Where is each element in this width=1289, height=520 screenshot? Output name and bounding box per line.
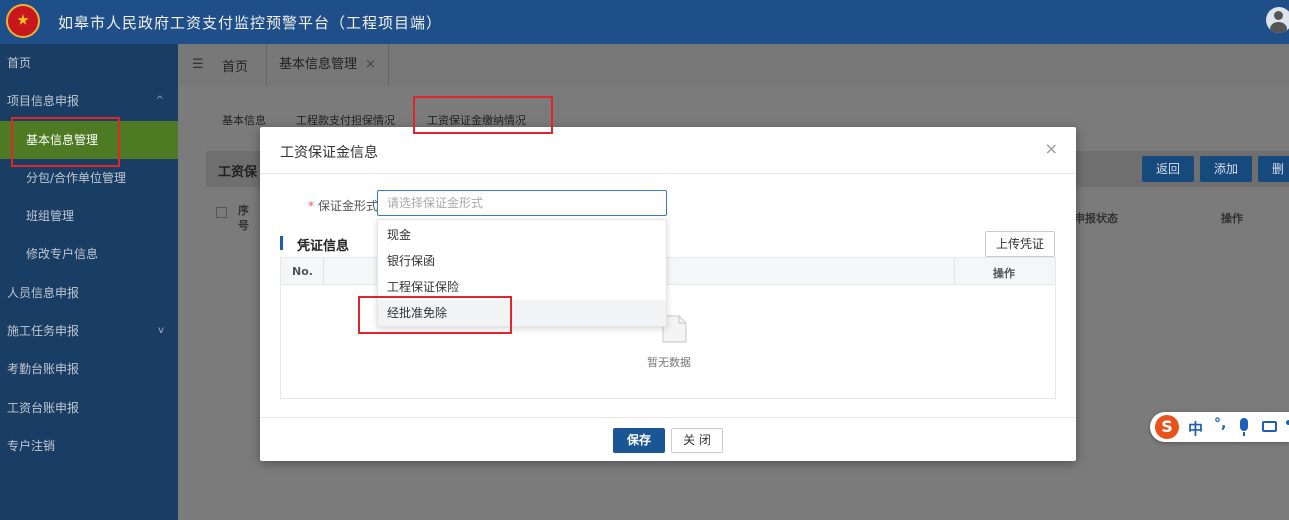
highlight-box: [358, 296, 512, 334]
deposit-form-select[interactable]: [377, 190, 667, 216]
back-button[interactable]: 返回: [1142, 156, 1195, 182]
tab-bar: ☰ 首页 基本信息管理 ×: [178, 44, 1289, 86]
required-mark: *: [308, 199, 314, 213]
ime-toolbar: S 中 °, •: [1150, 412, 1289, 442]
close-icon[interactable]: ×: [1045, 139, 1058, 158]
user-avatar-icon[interactable]: [1266, 7, 1289, 33]
add-button[interactable]: 添加: [1200, 156, 1253, 182]
sidebar-item-label: 分包/合作单位管理: [26, 171, 127, 185]
sidebar-item-account-cancel[interactable]: 专户注销: [0, 427, 178, 465]
tab-home[interactable]: 首页: [222, 56, 248, 75]
sidebar-item-label: 人员信息申报: [7, 286, 80, 300]
sidebar-item-label: 专户注销: [7, 439, 56, 453]
sidebar-item-payroll[interactable]: 工资台账申报: [0, 389, 178, 427]
microphone-icon[interactable]: [1240, 418, 1248, 436]
chevron-up-icon: ^: [155, 95, 164, 106]
close-icon[interactable]: ×: [365, 57, 376, 72]
sidebar-item-tasks[interactable]: 施工任务申报 v: [0, 312, 178, 350]
highlight-box: [11, 117, 120, 167]
sidebar-item-label: 修改专户信息: [26, 247, 99, 261]
section-accent-bar: [280, 236, 283, 250]
ime-more-icon[interactable]: •: [1284, 416, 1289, 432]
column-header-ops: 操作: [1221, 212, 1243, 225]
deposit-form-label: * 保证金形式: [308, 197, 378, 214]
save-button[interactable]: 保存: [613, 428, 665, 453]
column-header-ops: 操作: [993, 267, 1015, 280]
subtab-basic-info[interactable]: 基本信息: [222, 112, 266, 128]
option-cash[interactable]: 现金: [378, 222, 666, 248]
column-divider: [954, 258, 955, 284]
select-all-checkbox[interactable]: [216, 207, 227, 218]
sidebar-item-label: 施工任务申报: [7, 324, 80, 338]
option-bank-guarantee[interactable]: 银行保函: [378, 248, 666, 274]
dialog-footer: 保存 关 闭: [260, 417, 1076, 462]
sidebar: 首页 项目信息申报 ^ 基本信息管理 分包/合作单位管理 班组管理 修改专户信息…: [0, 44, 178, 520]
sidebar-item-account-edit[interactable]: 修改专户信息: [0, 235, 178, 273]
sidebar-item-label: 首页: [7, 56, 32, 70]
keyboard-icon[interactable]: [1262, 421, 1277, 432]
column-divider: [323, 258, 324, 284]
column-header-status: 申报状态: [1074, 212, 1118, 225]
subtab-payment-guarantee[interactable]: 工程款支付担保情况: [296, 112, 395, 128]
close-button[interactable]: 关 闭: [671, 428, 723, 453]
top-header: 如皋市人民政府工资支付监控预警平台（工程项目端）: [0, 0, 1289, 44]
field-label-text: 保证金形式: [318, 199, 379, 213]
card-title: 工资保: [218, 165, 258, 180]
sogou-logo-icon[interactable]: S: [1155, 415, 1179, 439]
national-emblem-icon: [6, 4, 40, 38]
sidebar-item-team[interactable]: 班组管理: [0, 197, 178, 235]
sidebar-item-label: 工资台账申报: [7, 401, 80, 415]
tab-label: 基本信息管理: [279, 57, 358, 72]
highlight-box: [413, 96, 553, 134]
sidebar-item-label: 项目信息申报: [7, 94, 80, 108]
sidebar-item-label: 考勤台账申报: [7, 362, 80, 376]
delete-button[interactable]: 删: [1258, 156, 1289, 182]
sidebar-item-project-declare[interactable]: 项目信息申报 ^: [0, 82, 178, 120]
app-title: 如皋市人民政府工资支付监控预警平台（工程项目端）: [58, 14, 443, 32]
upload-voucher-button[interactable]: 上传凭证: [985, 231, 1055, 257]
chevron-down-icon: v: [158, 325, 164, 336]
column-header-seq: 序号: [238, 204, 249, 232]
voucher-section-title: 凭证信息: [297, 239, 350, 254]
menu-toggle-icon[interactable]: ☰: [192, 57, 204, 72]
sidebar-item-attendance[interactable]: 考勤台账申报: [0, 350, 178, 388]
ime-punctuation-toggle[interactable]: °,: [1214, 416, 1226, 432]
sidebar-item-personnel[interactable]: 人员信息申报: [0, 274, 178, 312]
dialog-header: 工资保证金信息 ×: [260, 127, 1076, 174]
ime-language-toggle[interactable]: 中: [1188, 418, 1203, 439]
sidebar-item-home[interactable]: 首页: [0, 44, 178, 82]
empty-data-text: 暂无数据: [647, 356, 691, 369]
dialog-title: 工资保证金信息: [280, 145, 378, 161]
sidebar-item-label: 班组管理: [26, 209, 75, 223]
tab-basic-info[interactable]: 基本信息管理 ×: [266, 44, 389, 86]
column-header-no: No.: [292, 265, 313, 278]
